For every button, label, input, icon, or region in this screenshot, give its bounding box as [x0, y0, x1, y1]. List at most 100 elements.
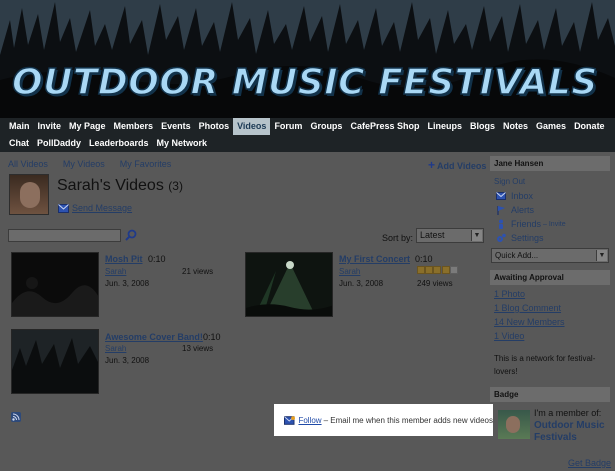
approval-photo-link[interactable]: 1 Photo [494, 289, 525, 299]
follow-envelope-icon [284, 415, 295, 425]
video-thumbnail-mosh-pit[interactable] [11, 252, 99, 317]
avatar[interactable] [9, 174, 49, 215]
video-duration: 0:10 [148, 254, 166, 264]
sidebar-item-inbox[interactable]: Inbox [496, 191, 533, 201]
nav-item-leaderboards[interactable]: Leaderboards [85, 135, 153, 152]
nav-item-my-network[interactable]: My Network [153, 135, 212, 152]
video-date: Jun. 3, 2008 [339, 279, 384, 288]
nav-item-forum[interactable]: Forum [270, 118, 306, 135]
video-views: 21 views [182, 267, 214, 276]
sort-label: Sort by: [382, 233, 414, 243]
video-title-awesome-cover-band[interactable]: Awesome Cover Band! [105, 332, 203, 342]
alerts-flag-icon [497, 206, 505, 215]
sidebar-item-friends[interactable]: Friends – Invite [496, 219, 566, 229]
nav-row-primary: Main Invite My Page Members Events Photo… [0, 118, 609, 135]
nav-row-secondary: Chat PollDaddy Leaderboards My Network [0, 135, 211, 152]
network-description: This is a network for festival-lovers! [494, 354, 596, 376]
approval-blog-comment-link[interactable]: 1 Blog Comment [494, 303, 561, 313]
video-thumbnail-my-first-concert[interactable] [245, 252, 333, 317]
nav-item-notes[interactable]: Notes [499, 118, 532, 135]
avatar-face [20, 182, 40, 208]
get-badge-link[interactable]: Get Badge [568, 458, 611, 468]
friends-icon [499, 219, 503, 229]
main-navigation: Main Invite My Page Members Events Photo… [0, 118, 615, 152]
nav-item-games[interactable]: Games [532, 118, 570, 135]
sidebar-item-label: Settings [511, 233, 544, 243]
video-thumbnail-awesome-cover-band[interactable] [11, 329, 99, 394]
star-rating [417, 266, 458, 274]
star-filled-icon[interactable] [425, 266, 434, 274]
badge-text-line1: I'm a member of: [534, 408, 602, 418]
follow-link[interactable]: Follow [298, 416, 321, 425]
concert-stage-image [246, 253, 332, 316]
add-videos-button[interactable]: + Add Videos [428, 158, 486, 172]
add-videos-label: Add Videos [437, 161, 487, 171]
search-input[interactable] [8, 229, 121, 242]
nav-item-photos[interactable]: Photos [195, 118, 234, 135]
video-duration: 0:10 [415, 254, 433, 264]
approval-video-link[interactable]: 1 Video [494, 331, 524, 341]
nav-item-invite[interactable]: Invite [34, 118, 66, 135]
nav-item-blogs[interactable]: Blogs [466, 118, 499, 135]
nav-item-groups[interactable]: Groups [306, 118, 346, 135]
badge-avatar [498, 410, 530, 439]
inbox-icon [496, 192, 506, 200]
nav-item-my-page[interactable]: My Page [65, 118, 110, 135]
video-author-link[interactable]: Sarah [339, 267, 360, 276]
send-message-link[interactable]: Send Message [58, 203, 132, 213]
star-filled-icon[interactable] [417, 266, 425, 274]
quick-add-select[interactable]: Quick Add... ▼ [491, 248, 609, 263]
video-title-mosh-pit[interactable]: Mosh Pit [105, 254, 143, 264]
star-filled-icon[interactable] [441, 266, 450, 274]
sort-value: Latest [420, 230, 445, 240]
video-views: 13 views [182, 344, 214, 353]
envelope-icon [58, 203, 69, 213]
sidebar-item-label: Alerts [511, 205, 535, 215]
video-author-link[interactable]: Sarah [105, 344, 126, 353]
sidebar-item-settings[interactable]: Settings [496, 233, 544, 243]
tab-my-videos[interactable]: My Videos [63, 159, 105, 169]
video-date: Jun. 3, 2008 [105, 279, 150, 288]
nav-item-lineups[interactable]: Lineups [423, 118, 466, 135]
tab-all-videos[interactable]: All Videos [8, 159, 48, 169]
star-filled-icon[interactable] [433, 266, 442, 274]
nav-item-polldaddy[interactable]: PollDaddy [33, 135, 85, 152]
nav-item-donate[interactable]: Donate [570, 118, 609, 135]
sidebar: Jane Hansen Sign Out Inbox Alerts Friend… [490, 152, 615, 471]
plus-icon: + [428, 158, 436, 172]
mosh-pit-image [12, 253, 98, 316]
sidebar-user-name: Jane Hansen [490, 156, 610, 171]
nav-item-main[interactable]: Main [5, 118, 34, 135]
nav-item-members[interactable]: Members [110, 118, 158, 135]
video-title-my-first-concert[interactable]: My First Concert [339, 254, 410, 264]
nav-item-events[interactable]: Events [157, 118, 195, 135]
video-duration: 0:10 [203, 332, 221, 342]
badge-avatar-face [506, 416, 520, 433]
star-empty-icon[interactable] [449, 266, 458, 274]
sidebar-item-label: Inbox [511, 191, 534, 201]
main-content: All Videos My Videos My Favorites + Add V… [0, 152, 615, 471]
nav-item-chat[interactable]: Chat [5, 135, 33, 152]
page-title-text: Sarah's Videos [57, 177, 164, 194]
chevron-down-icon: ▼ [596, 250, 607, 261]
sort-select[interactable]: Latest ▼ [416, 228, 484, 243]
sidebar-item-alerts[interactable]: Alerts [496, 205, 534, 215]
nav-item-videos[interactable]: Videos [233, 118, 271, 135]
video-date: Jun. 3, 2008 [105, 356, 150, 365]
tab-my-favorites[interactable]: My Favorites [120, 159, 172, 169]
cover-band-image [12, 330, 98, 393]
friends-invite-link[interactable]: – Invite [543, 221, 566, 228]
nav-item-cafepress-shop[interactable]: CafePress Shop [346, 118, 423, 135]
approval-new-members-link[interactable]: 14 New Members [494, 317, 565, 327]
site-title[interactable]: OUTDOOR MUSIC FESTIVALS [11, 61, 598, 104]
follow-popup: Follow – Email me when this member adds … [274, 404, 493, 436]
search-icon[interactable] [125, 229, 137, 241]
badge-text-line3: Festivals [534, 432, 577, 443]
quick-add-value: Quick Add... [495, 251, 539, 260]
rss-icon[interactable] [11, 412, 21, 422]
sign-out-link[interactable]: Sign Out [494, 177, 525, 186]
sidebar-item-label: Friends [511, 219, 542, 229]
site-header: OUTDOOR MUSIC FESTIVALS [0, 0, 615, 118]
video-author-link[interactable]: Sarah [105, 267, 126, 276]
member-badge[interactable]: I'm a member of: Outdoor Music Festivals [498, 408, 615, 448]
